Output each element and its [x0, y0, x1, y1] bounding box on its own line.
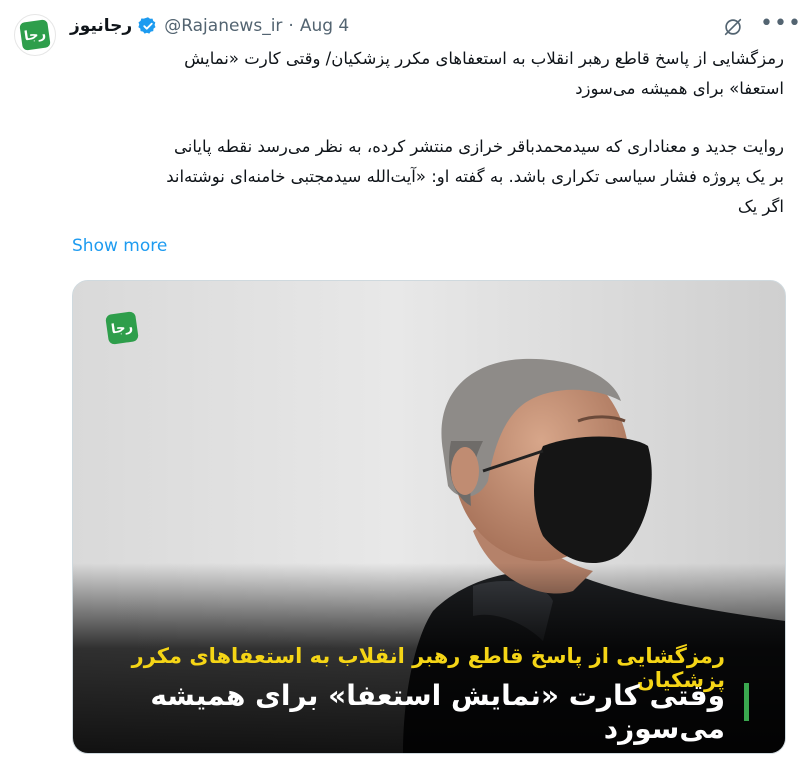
headline-line-1: رمزگشایی از پاسخ قاطع رهبر انقلاب به است…	[184, 49, 784, 68]
tweet-image[interactable]: رجا رمزگشایی از پاسخ قاطع رهبر انقلاب به…	[72, 280, 786, 754]
tweet-date[interactable]: Aug 4	[300, 16, 349, 36]
separator-dot: ·	[288, 16, 294, 36]
media-logo: رجا	[105, 311, 139, 345]
caption-bottom: وقتی کارت «نمایش استعفا» برای همیشه می‌س…	[150, 679, 725, 745]
avatar-logo: رجا	[19, 19, 51, 51]
author-handle[interactable]: @Rajanews_ir	[164, 16, 282, 36]
author-name[interactable]: رجانیوز	[70, 16, 132, 36]
grok-icon[interactable]	[722, 16, 744, 42]
verified-badge-icon	[138, 16, 158, 36]
avatar[interactable]: رجا	[14, 14, 56, 56]
more-options-icon[interactable]: •••	[760, 13, 800, 35]
show-more-link[interactable]: Show more	[72, 236, 167, 256]
body-line-3: اگر یک	[737, 197, 784, 216]
headline-line-2: استعفا» برای همیشه می‌سوزد	[575, 79, 784, 98]
caption-accent-bar	[744, 683, 749, 721]
tweet-text: رمزگشایی از پاسخ قاطع رهبر انقلاب به است…	[72, 44, 784, 222]
tweet-header: رجانیوز @Rajanews_ir · Aug 4	[70, 14, 720, 38]
body-line-1: روایت جدید و معناداری که سیدمحمدباقر خرا…	[174, 137, 784, 156]
body-line-2: بر یک پروژه فشار سیاسی تکراری باشد. به گ…	[166, 167, 784, 186]
